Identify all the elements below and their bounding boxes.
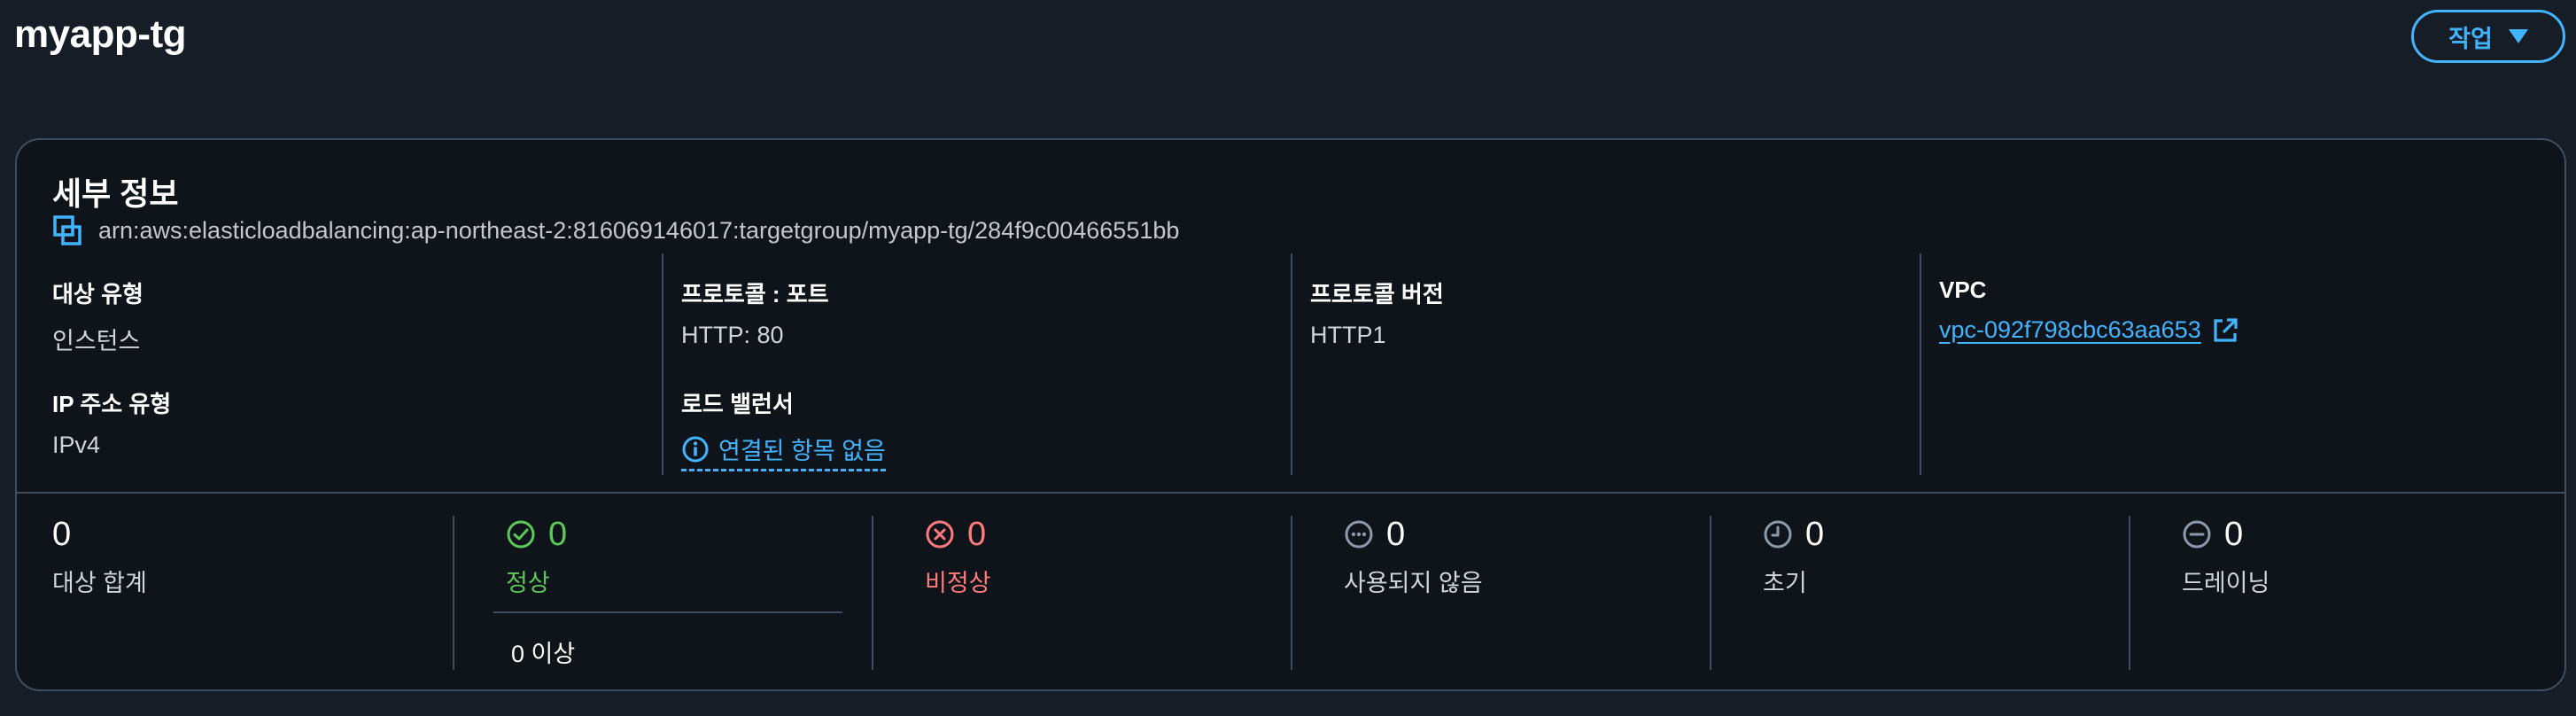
actions-dropdown-button[interactable]: 작업 [2411,10,2565,63]
protocol-version-value: HTTP1 [1310,322,1386,348]
stat-divider [872,516,873,670]
stat-initial-count: 0 [1805,515,1825,553]
stat-healthy-sub-divider [493,611,842,613]
ellipsis-circle-icon [1345,520,1373,549]
vpc-link[interactable]: vpc-092f798cbc63aa653 [1939,316,2201,344]
details-heading: 세부 정보 [52,175,179,212]
page-title: myapp-tg [14,12,187,56]
details-column-4: VPC vpc-092f798cbc63aa653 [1939,252,2541,482]
copy-icon[interactable] [52,214,84,246]
protocol-port-value: HTTP: 80 [681,322,784,348]
section-divider [17,492,2564,494]
stat-total-count: 0 [52,515,72,553]
stat-draining-count-row: 0 [2182,512,2576,556]
ip-address-type-value: IPv4 [52,432,101,458]
stat-draining: 0 드레이닝 [2182,512,2576,681]
check-circle-icon [507,520,535,549]
stat-unhealthy-count-row: 0 [925,512,1343,556]
protocol-port-label: 프로토콜 : 포트 [681,281,829,307]
details-column-2: 프로토콜 : 포트 HTTP: 80 로드 밸런서 연결된 항목 없음 [681,252,1284,482]
target-type-value: 인스턴스 [52,328,141,354]
stat-initial-label: 초기 [1763,570,1807,596]
stat-divider [2129,516,2130,670]
clock-icon [1764,520,1792,549]
stat-initial: 0 초기 [1763,512,2181,681]
stat-draining-label: 드레이닝 [2182,570,2270,596]
stat-divider [1291,516,1292,670]
load-balancer-label: 로드 밸런서 [681,391,794,417]
column-divider [1291,253,1292,475]
column-divider [1920,253,1921,475]
stat-initial-count-row: 0 [1763,512,2181,556]
stat-healthy: 0 정상 0 이상 [493,512,924,681]
load-balancer-value: 연결된 항목 없음 [718,438,886,464]
ip-address-type-field: IP 주소 유형 IPv4 [52,386,171,459]
stat-divider [453,516,454,670]
stat-unhealthy-count: 0 [967,515,987,553]
actions-button-label: 작업 [2448,25,2493,52]
ip-address-type-label: IP 주소 유형 [52,391,172,417]
load-balancer-info-link[interactable]: 연결된 항목 없음 [681,432,886,471]
stat-total-label: 대상 합계 [52,570,147,596]
stat-unused-count: 0 [1386,515,1406,553]
stat-divider [1710,516,1711,670]
vpc-label: VPC [1939,276,1987,303]
stat-healthy-count: 0 [548,515,568,553]
stat-healthy-count-row: 0 [506,512,924,556]
details-card: 세부 정보 arn:aws:elasticloadbalancing:ap-no… [15,138,2566,691]
protocol-port-field: 프로토콜 : 포트 HTTP: 80 [681,276,829,349]
details-column-3: 프로토콜 버전 HTTP1 [1310,252,1913,482]
arn-row: arn:aws:elasticloadbalancing:ap-northeas… [52,214,1179,246]
x-circle-icon [926,520,954,549]
stat-healthy-label: 정상 [506,570,550,596]
protocol-version-label: 프로토콜 버전 [1310,281,1444,307]
stat-healthy-sub: 0 이상 [511,641,576,667]
stat-total: 0 대상 합계 [52,512,470,681]
page-header: myapp-tg 작업 [0,0,2576,80]
arn-value: arn:aws:elasticloadbalancing:ap-northeas… [98,216,1180,244]
stat-unused: 0 사용되지 않음 [1344,512,1762,681]
target-type-field: 대상 유형 인스턴스 [52,276,144,356]
stat-total-count-row: 0 [52,512,470,556]
vpc-link-row: vpc-092f798cbc63aa653 [1939,316,2238,344]
stat-unused-count-row: 0 [1344,512,1762,556]
info-icon [682,436,709,462]
vpc-field: VPC vpc-092f798cbc63aa653 [1939,276,2238,344]
stat-unhealthy: 0 비정상 [925,512,1343,681]
stat-draining-count: 0 [2224,515,2244,553]
details-column-1: 대상 유형 인스턴스 IP 주소 유형 IPv4 [52,252,655,482]
load-balancer-field: 로드 밸런서 연결된 항목 없음 [681,386,886,471]
minus-circle-icon [2183,520,2211,549]
protocol-version-field: 프로토콜 버전 HTTP1 [1310,276,1444,349]
stat-unused-label: 사용되지 않음 [1344,570,1483,596]
target-type-label: 대상 유형 [52,281,144,307]
column-divider [662,253,663,475]
external-link-icon[interactable] [2212,317,2238,344]
caret-down-icon [2508,29,2528,43]
stat-unhealthy-label: 비정상 [925,570,991,596]
